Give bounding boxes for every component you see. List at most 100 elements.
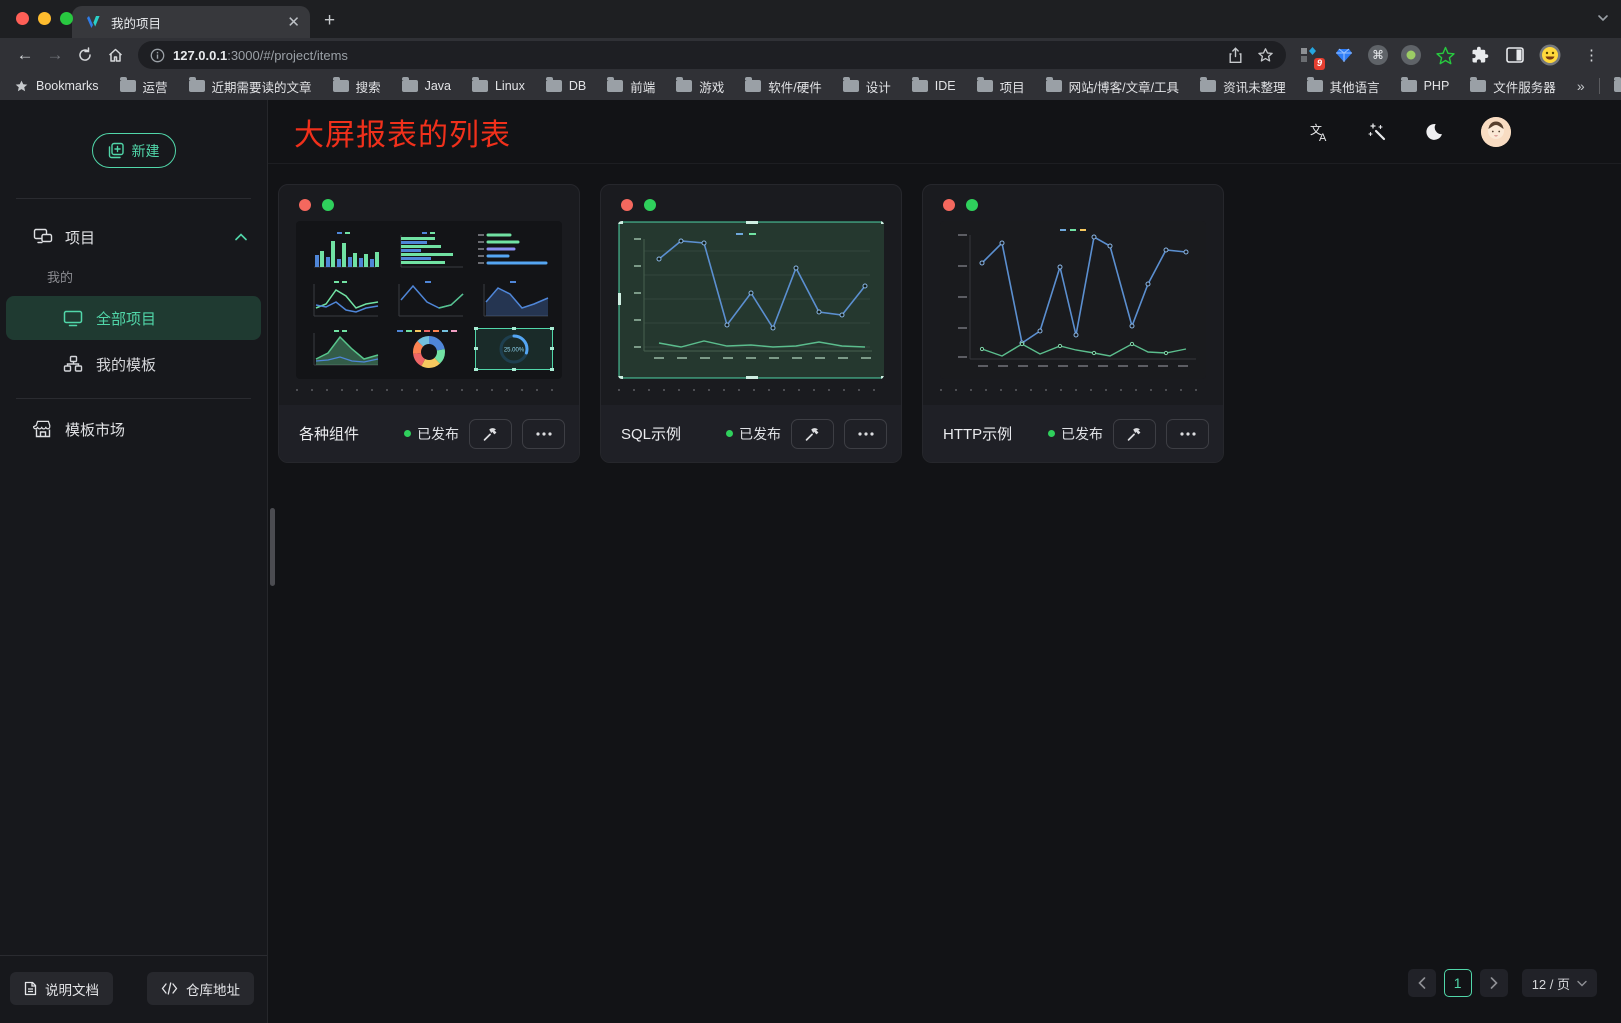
- extension-dot-icon[interactable]: [1401, 45, 1421, 65]
- page-size-select[interactable]: 12 / 页: [1522, 969, 1597, 997]
- repo-button[interactable]: 仓库地址: [147, 972, 254, 1005]
- mini-area-chart: [474, 278, 554, 322]
- document-icon: [24, 981, 37, 996]
- folder-icon: [120, 80, 136, 92]
- sidebar-group-project[interactable]: 项目: [0, 215, 267, 259]
- bookmark-folder[interactable]: DB: [546, 79, 586, 93]
- bookmark-folder[interactable]: 其他语言: [1307, 77, 1380, 96]
- bookmark-folder[interactable]: Java: [402, 79, 451, 93]
- card-decoration-dots: [601, 185, 901, 221]
- status-badge: 已发布: [404, 424, 459, 444]
- project-name: SQL示例: [621, 423, 681, 444]
- edit-hammer-button[interactable]: [791, 419, 834, 449]
- bookmarks-manager[interactable]: Bookmarks: [14, 79, 99, 94]
- extension-command-icon[interactable]: ⌘: [1368, 45, 1388, 65]
- tab-close-icon[interactable]: ✕: [287, 15, 300, 30]
- mini-gauge-selected: 25.00%: [474, 327, 554, 371]
- chrome-menu-icon[interactable]: ⋮: [1584, 53, 1590, 58]
- bookmarks-separator: [1599, 78, 1600, 94]
- chevron-up-icon[interactable]: [235, 233, 247, 241]
- tab-title: 我的项目: [111, 13, 278, 32]
- project-card[interactable]: HTTP示例 已发布: [922, 184, 1224, 463]
- folder-icon: [1046, 80, 1062, 92]
- close-window-button[interactable]: [16, 12, 29, 25]
- sidebar-item-template-market[interactable]: 模板市场: [0, 407, 267, 451]
- tab-search-chevron-icon[interactable]: [1597, 12, 1609, 24]
- bookmark-folder[interactable]: 文件服务器: [1470, 77, 1556, 96]
- bookmark-folder[interactable]: Linux: [472, 79, 525, 93]
- code-icon: [161, 982, 178, 995]
- more-options-button[interactable]: [844, 419, 887, 449]
- folder-icon: [977, 80, 993, 92]
- current-page-button[interactable]: 1: [1444, 969, 1472, 997]
- magic-wand-icon[interactable]: [1367, 122, 1387, 142]
- status-badge: 已发布: [1048, 424, 1103, 444]
- user-avatar[interactable]: [1481, 117, 1511, 147]
- next-page-button[interactable]: [1480, 969, 1508, 997]
- mini-line-chart: [304, 278, 384, 322]
- card-footer: 各种组件 已发布: [279, 405, 579, 462]
- bookmarks-overflow-chevron[interactable]: »: [1577, 78, 1585, 94]
- profile-avatar-icon[interactable]: [1539, 44, 1561, 66]
- dark-mode-moon-icon[interactable]: [1424, 122, 1444, 142]
- more-options-button[interactable]: [522, 419, 565, 449]
- back-button[interactable]: ←: [10, 41, 40, 69]
- home-button[interactable]: [100, 41, 130, 69]
- folder-icon: [1470, 80, 1486, 92]
- project-card[interactable]: SQL示例 已发布: [600, 184, 902, 463]
- language-icon[interactable]: 文A: [1308, 122, 1330, 142]
- bookmark-folder[interactable]: 搜索: [333, 77, 381, 96]
- docs-button[interactable]: 说明文档: [10, 972, 113, 1005]
- prev-page-button[interactable]: [1408, 969, 1436, 997]
- project-cards: 25.00% 各种组件 已发布: [268, 164, 1621, 463]
- extension-grid-icon[interactable]: 9: [1298, 44, 1320, 66]
- other-bookmarks-folder[interactable]: 其他书签: [1614, 77, 1621, 96]
- side-panel-icon[interactable]: [1504, 44, 1526, 66]
- extension-icons: 9 ⌘ ⋮: [1298, 44, 1590, 66]
- extension-star-icon[interactable]: [1434, 44, 1456, 66]
- edit-hammer-button[interactable]: [1113, 419, 1156, 449]
- sidebar-item-my-templates[interactable]: 我的模板: [6, 342, 261, 386]
- project-card[interactable]: 25.00% 各种组件 已发布: [278, 184, 580, 463]
- mini-area-chart: [304, 327, 384, 371]
- status-dot: [726, 430, 733, 437]
- bookmark-folder[interactable]: 游戏: [676, 77, 724, 96]
- edit-hammer-button[interactable]: [469, 419, 512, 449]
- screens-icon: [33, 228, 53, 246]
- more-options-button[interactable]: [1166, 419, 1209, 449]
- extensions-puzzle-icon[interactable]: [1469, 44, 1491, 66]
- forward-button[interactable]: →: [40, 41, 70, 69]
- bookmark-folder[interactable]: 项目: [977, 77, 1025, 96]
- new-tab-button[interactable]: +: [324, 10, 335, 32]
- project-name: HTTP示例: [943, 423, 1012, 444]
- bookmark-folder[interactable]: 前端: [607, 77, 655, 96]
- bookmark-folder[interactable]: 资讯未整理: [1200, 77, 1286, 96]
- extension-gem-icon[interactable]: [1333, 44, 1355, 66]
- folder-icon: [745, 80, 761, 92]
- bookmark-star-icon[interactable]: [1257, 47, 1274, 64]
- fullscreen-window-button[interactable]: [60, 12, 73, 25]
- bookmark-folder[interactable]: 软件/硬件: [745, 77, 821, 96]
- bookmark-folder[interactable]: 近期需要读的文章: [189, 77, 312, 96]
- bookmark-folder[interactable]: PHP: [1401, 79, 1450, 93]
- url-bar[interactable]: 127.0.0.1:3000/#/project/items: [138, 41, 1286, 69]
- dotted-separator: [618, 389, 884, 391]
- extension-badge: 9: [1314, 58, 1325, 70]
- folder-icon: [189, 80, 205, 92]
- bookmark-folder[interactable]: 设计: [843, 77, 891, 96]
- svg-text:A: A: [1319, 132, 1327, 142]
- share-icon[interactable]: [1228, 47, 1243, 64]
- bookmark-folder[interactable]: IDE: [912, 79, 956, 93]
- reload-button[interactable]: [70, 41, 100, 69]
- sidebar: 新建 项目 我的 全部项目 我的模板 模板市场 说明文档: [0, 100, 268, 1023]
- mini-line-chart: [389, 278, 469, 322]
- scrollbar-thumb[interactable]: [270, 508, 275, 586]
- mini-bar-chart: [304, 229, 384, 273]
- new-project-button[interactable]: 新建: [92, 133, 176, 168]
- browser-tab[interactable]: 我的项目 ✕: [72, 6, 310, 38]
- bookmark-folder[interactable]: 网站/博客/文章/工具: [1046, 77, 1179, 96]
- minimize-window-button[interactable]: [38, 12, 51, 25]
- bookmark-folder[interactable]: 运营: [120, 77, 168, 96]
- sidebar-item-all-projects[interactable]: 全部项目: [6, 296, 261, 340]
- site-info-icon[interactable]: [150, 48, 165, 63]
